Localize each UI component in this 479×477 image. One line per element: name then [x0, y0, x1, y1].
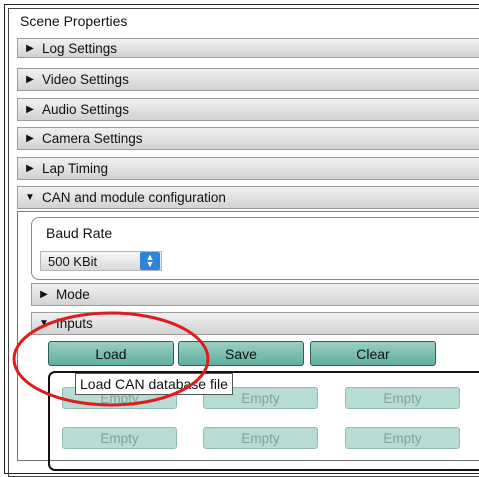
section-lap-timing[interactable]: ▶ Lap Timing [17, 157, 479, 180]
section-mode[interactable]: ▶ Mode [31, 283, 479, 306]
triangle-right-icon: ▶ [26, 74, 34, 85]
panel-title: Scene Properties [20, 13, 128, 29]
section-mode-label: Mode [56, 287, 90, 302]
section-log-settings[interactable]: ▶ Log Settings [17, 38, 479, 58]
section-can-configuration-label: CAN and module configuration [42, 190, 226, 205]
highlight-ellipse [12, 311, 210, 407]
baud-rate-value: 500 KBit [48, 253, 98, 269]
baud-rate-label: Baud Rate [46, 225, 113, 241]
input-slot-5[interactable]: Empty [203, 427, 318, 449]
clear-button[interactable]: Clear [310, 341, 436, 366]
triangle-right-icon: ▶ [26, 133, 34, 144]
section-camera-settings-label: Camera Settings [42, 131, 143, 146]
section-log-settings-label: Log Settings [42, 40, 118, 56]
annotation-ellipse [12, 311, 210, 407]
baud-rate-select[interactable]: 500 KBit ▲ ▼ [40, 251, 162, 271]
up-down-arrows-icon: ▲ ▼ [140, 252, 160, 270]
triangle-down-icon: ▼ [25, 192, 35, 203]
section-audio-settings-label: Audio Settings [42, 102, 130, 117]
section-camera-settings[interactable]: ▶ Camera Settings [17, 127, 479, 150]
section-audio-settings[interactable]: ▶ Audio Settings [17, 98, 479, 121]
input-slot-3[interactable]: Empty [345, 387, 460, 409]
section-video-settings-label: Video Settings [42, 72, 129, 87]
triangle-right-icon: ▶ [26, 104, 34, 115]
triangle-right-icon: ▶ [26, 163, 34, 174]
section-can-configuration[interactable]: ▼ CAN and module configuration [17, 186, 479, 209]
triangle-right-icon: ▶ [26, 42, 34, 54]
section-lap-timing-label: Lap Timing [42, 161, 109, 176]
input-slot-6[interactable]: Empty [345, 427, 460, 449]
triangle-right-icon: ▶ [40, 289, 48, 300]
input-slot-4[interactable]: Empty [62, 427, 177, 449]
section-video-settings[interactable]: ▶ Video Settings [17, 68, 479, 91]
